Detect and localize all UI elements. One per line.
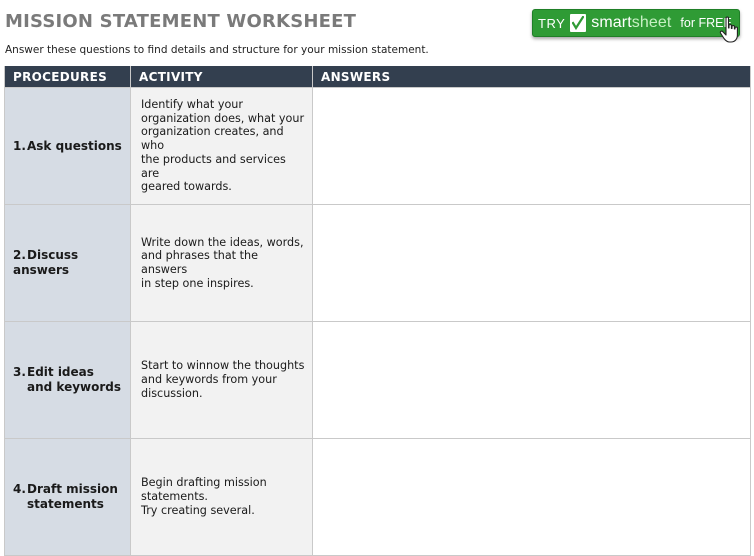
procedure-cell: 1.Ask questions [4,87,131,205]
activity-line: Write down the ideas, words, [141,235,304,249]
column-header-activity: ACTIVITY [130,66,313,88]
procedure-cell: 3.Edit ideas and keywords [4,321,131,439]
smartsheet-check-icon [570,14,587,32]
activity-line: Try creating several. [141,503,255,517]
procedure-label-line2: statements [27,497,104,511]
column-header-procedures: PROCEDURES [4,66,131,88]
table-row: 2.Discuss answers Write down the ideas, … [4,204,751,322]
answer-cell[interactable] [312,438,751,556]
procedure-cell: 2.Discuss answers [4,204,131,322]
procedure-cell: 4.Draft mission statements [4,438,131,556]
activity-cell: Identify what your organization does, wh… [130,87,313,205]
activity-cell: Begin drafting mission statements. Try c… [130,438,313,556]
worksheet-table: PROCEDURES ACTIVITY ANSWERS 1.Ask questi… [4,66,751,556]
activity-line: organization does, what your [141,111,305,125]
procedure-number: 3. [13,365,26,379]
cta-try-label: TRY [538,15,566,31]
activity-line: the products and services are [141,152,286,180]
activity-line: in step one inspires. [141,276,254,290]
try-smartsheet-button[interactable]: TRY smartsheet for FREE [532,9,740,37]
activity-cell: Write down the ideas, words, and phrases… [130,204,313,322]
hand-cursor-icon [719,16,738,43]
activity-line: and keywords from your [141,373,277,387]
procedure-number: 1. [13,138,26,153]
activity-line: geared towards. [141,180,232,194]
procedure-number: 2. [13,248,26,262]
answer-cell[interactable] [312,204,751,322]
procedure-label: Edit ideas [27,365,94,379]
brand-smart: smart [591,14,632,31]
procedure-label-line2: and keywords [27,380,122,394]
activity-line: and phrases that the answers [141,249,258,276]
page-subtitle: Answer these questions to find details a… [5,44,429,56]
page-title: MISSION STATEMENT WORKSHEET [5,11,357,32]
table-row: 1.Ask questions Identify what your organ… [4,87,751,205]
activity-line: statements. [141,490,208,504]
answer-cell[interactable] [312,321,751,439]
procedure-label: Ask questions [27,138,122,153]
table-row: 4.Draft mission statements Begin draftin… [4,438,751,556]
brand-sheet: sheet [631,14,672,31]
procedure-number: 4. [13,482,26,496]
answer-cell[interactable] [312,87,751,205]
activity-line: discussion. [141,386,203,400]
activity-line: Start to winnow the thoughts [141,359,305,373]
activity-line: Identify what your [141,98,243,112]
activity-line: Begin drafting mission [141,476,267,490]
table-header-row: PROCEDURES ACTIVITY ANSWERS [4,66,751,88]
activity-cell: Start to winnow the thoughts and keyword… [130,321,313,439]
column-header-answers: ANSWERS [312,66,751,88]
activity-line: organization creates, and who [141,125,284,153]
table-row: 3.Edit ideas and keywords Start to winno… [4,321,751,439]
smartsheet-logo-text: smartsheet [591,14,671,32]
procedure-label: Draft mission [27,482,118,496]
